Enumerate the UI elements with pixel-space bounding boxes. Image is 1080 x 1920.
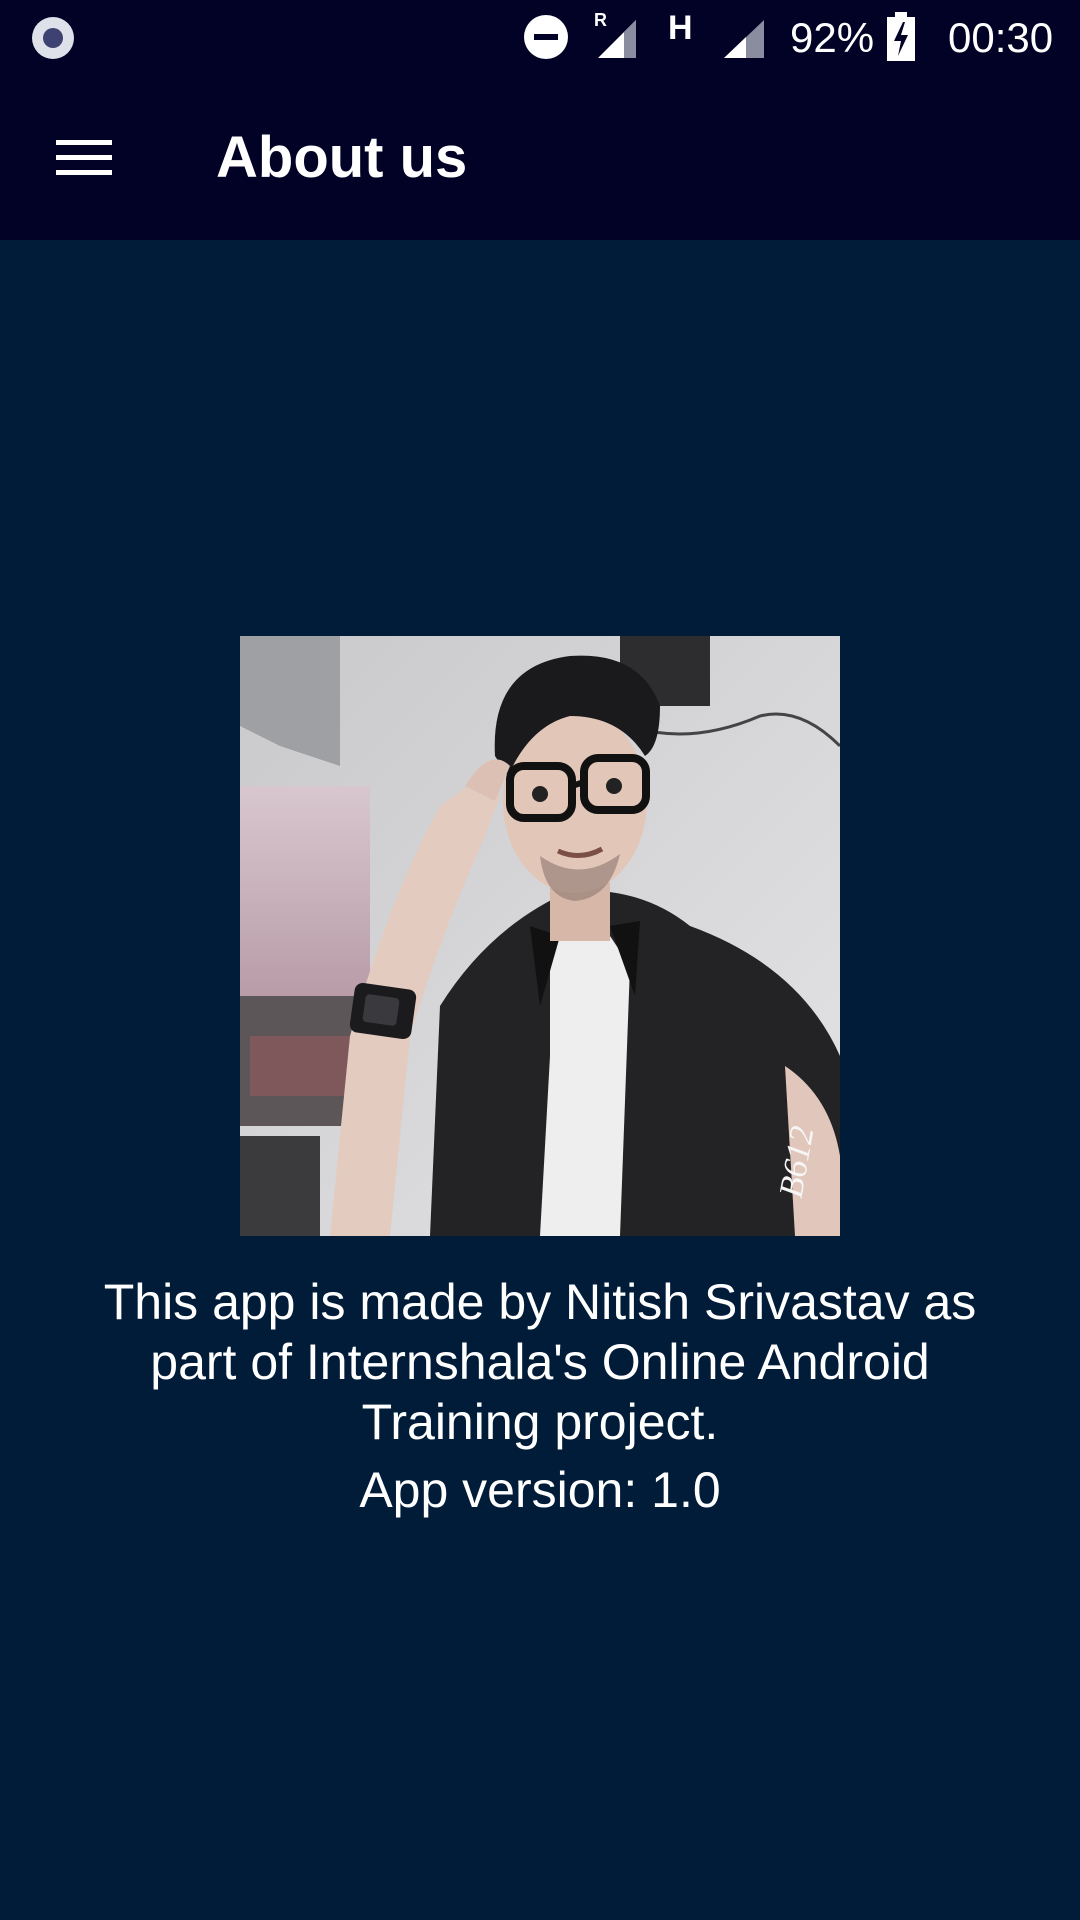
do-not-disturb-icon bbox=[524, 15, 568, 59]
hamburger-menu-icon[interactable] bbox=[28, 110, 140, 206]
status-clock: 00:30 bbox=[948, 14, 1054, 61]
menu-line bbox=[56, 155, 112, 160]
menu-line bbox=[56, 170, 112, 175]
screen-record-icon bbox=[32, 17, 74, 59]
signal-roaming-icon: R bbox=[594, 10, 636, 58]
svg-text:R: R bbox=[594, 10, 607, 30]
status-bar: R H 92% 00:30 bbox=[0, 0, 1080, 74]
app-toolbar: About us bbox=[0, 74, 1080, 240]
about-screen: R H 92% 00:30 About us B612 This app is … bbox=[0, 0, 1080, 1920]
battery-percentage: 92% bbox=[790, 14, 875, 61]
signal-icon bbox=[724, 20, 764, 58]
about-description: This app is made by Nitish Srivastav as … bbox=[103, 1274, 977, 1450]
battery-charging-icon bbox=[887, 12, 915, 61]
page-title: About us bbox=[216, 125, 468, 190]
menu-line bbox=[56, 140, 112, 145]
network-type-label: H bbox=[668, 9, 693, 47]
profile-photo: B612 bbox=[240, 636, 840, 1236]
app-version: App version: 1.0 bbox=[359, 1462, 721, 1518]
